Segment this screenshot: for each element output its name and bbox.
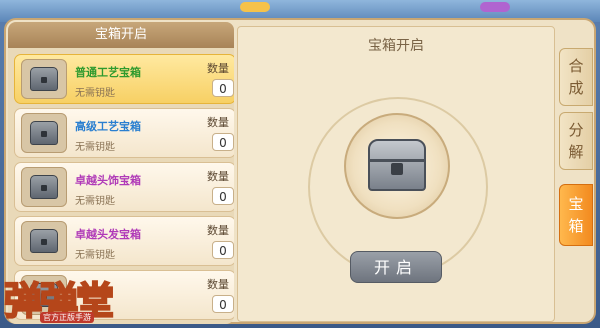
chest-icon xyxy=(30,67,58,91)
tab-decompose[interactable]: 分 解 xyxy=(559,112,593,170)
panel-title: 宝箱开启 xyxy=(368,38,424,54)
quantity-label: 数量 xyxy=(207,278,229,291)
tab-label: 成 xyxy=(568,79,584,97)
quantity-label: 数量 xyxy=(207,170,229,183)
chest-name: 高级工艺宝箱 xyxy=(75,120,141,133)
tab-compose[interactable]: 合 成 xyxy=(559,48,593,106)
chest-icon xyxy=(30,121,58,145)
quantity-label: 数量 xyxy=(207,116,229,129)
tab-label: 宝 xyxy=(568,195,584,213)
chest-list-item[interactable]: 高级工艺宝箱 无需钥匙 数量 0 xyxy=(14,108,234,158)
chest-list-item[interactable]: 卓越头饰宝箱 无需钥匙 数量 0 xyxy=(14,162,234,212)
quantity-value: 0 xyxy=(212,241,234,259)
treasure-chest-icon xyxy=(368,139,426,191)
chest-list-header: 宝箱开启 xyxy=(8,22,234,48)
tab-label: 解 xyxy=(568,143,584,161)
tab-treasure-chest[interactable]: 宝 箱 xyxy=(559,184,593,246)
quantity-value: 0 xyxy=(212,187,234,205)
logo-subtitle: 官方正版手游 xyxy=(40,312,94,323)
chest-slot xyxy=(21,167,67,207)
chest-slot xyxy=(21,59,67,99)
top-gem-icon xyxy=(480,2,510,12)
chest-name: 卓越头饰宝箱 xyxy=(75,174,141,187)
game-logo: 弹弹堂 官方正版手游 xyxy=(0,252,130,328)
open-chest-button[interactable]: 开启 xyxy=(350,251,442,283)
chest-key-note: 无需钥匙 xyxy=(75,142,115,153)
quantity-value: 0 xyxy=(212,79,234,97)
tab-label: 分 xyxy=(568,121,584,139)
tab-label: 箱 xyxy=(568,217,584,235)
chest-open-panel: 宝箱开启 开启 xyxy=(237,26,555,322)
quantity-value: 0 xyxy=(212,295,234,313)
quantity-label: 数量 xyxy=(207,224,229,237)
chest-key-note: 无需钥匙 xyxy=(75,196,115,207)
chest-name: 卓越头发宝箱 xyxy=(75,228,141,241)
chest-icon xyxy=(30,229,58,253)
top-gem-icon xyxy=(240,2,270,12)
chest-slot xyxy=(21,113,67,153)
chest-key-note: 无需钥匙 xyxy=(75,88,115,99)
quantity-label: 数量 xyxy=(207,62,229,75)
chest-name: 普通工艺宝箱 xyxy=(75,66,141,79)
chest-list-item[interactable]: 普通工艺宝箱 无需钥匙 数量 0 xyxy=(14,54,234,104)
chest-icon xyxy=(30,175,58,199)
quantity-value: 0 xyxy=(212,133,234,151)
tab-label: 合 xyxy=(568,57,584,75)
chest-display-medallion xyxy=(344,113,450,219)
